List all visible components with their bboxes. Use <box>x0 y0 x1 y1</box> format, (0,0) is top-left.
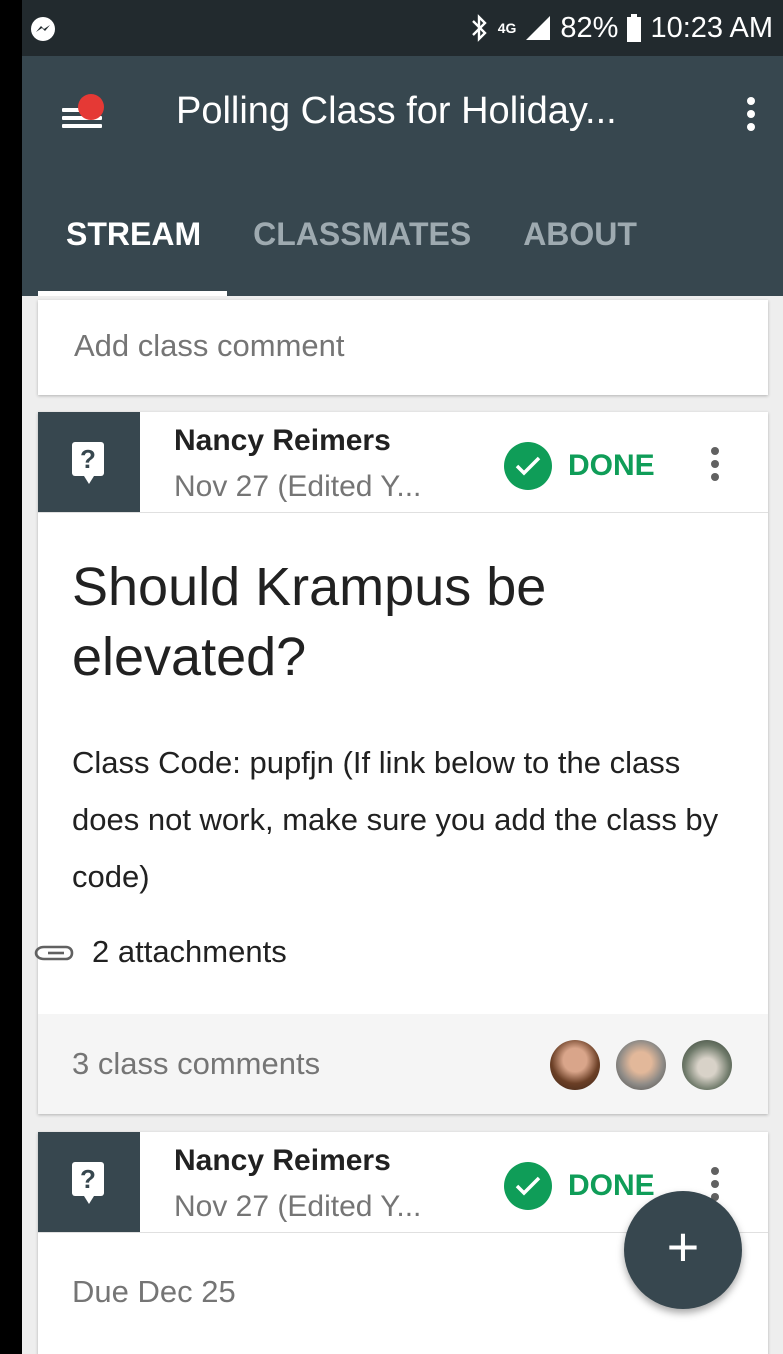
question-type-badge: ? <box>38 1132 140 1232</box>
clock: 10:23 AM <box>650 11 773 44</box>
due-date: Due Dec 25 <box>72 1274 236 1309</box>
attachments-count: 2 attachments <box>92 934 287 969</box>
done-label: DONE <box>568 1169 655 1202</box>
menu-button[interactable] <box>52 86 112 146</box>
check-circle-icon <box>504 1162 552 1210</box>
battery-icon <box>627 14 642 42</box>
post-title: Should Krampus be elevated? <box>72 557 547 687</box>
signal-icon <box>526 16 551 40</box>
tab-bar: STREAM CLASSMATES ABOUT <box>22 206 663 296</box>
done-label: DONE <box>568 449 655 482</box>
messenger-icon <box>31 17 55 41</box>
check-circle-icon <box>504 442 552 490</box>
app-bar: Polling Class for Holiday... STREAM CLAS… <box>22 56 783 296</box>
post-header: ? Nancy Reimers Nov 27 (Edited Y... DONE <box>38 412 768 513</box>
menu-icon-bar <box>62 124 102 128</box>
network-type: 4G <box>497 20 517 36</box>
paperclip-icon <box>34 945 74 961</box>
more-vert-icon[interactable] <box>731 90 771 138</box>
bluetooth-icon <box>471 14 487 42</box>
avatar <box>616 1040 666 1090</box>
question-type-badge: ? <box>38 412 140 512</box>
avatar <box>682 1040 732 1090</box>
attachments-link[interactable]: 2 attachments <box>34 934 287 970</box>
post-date: Nov 27 (Edited Y... <box>174 1190 422 1223</box>
tab-about[interactable]: ABOUT <box>497 206 663 296</box>
post-more-vert-icon[interactable] <box>702 442 728 486</box>
screen: 4G 82% 10:23 AM Polling Class for Holida… <box>22 0 783 1354</box>
add-comment-card[interactable]: Add class comment <box>38 300 768 395</box>
avatar <box>550 1040 600 1090</box>
question-icon: ? <box>72 1162 104 1204</box>
question-icon: ? <box>72 442 104 484</box>
plus-icon: + <box>666 1215 700 1278</box>
add-button[interactable]: + <box>624 1191 742 1309</box>
add-comment-input[interactable]: Add class comment <box>74 328 345 364</box>
post-author: Nancy Reimers <box>174 1144 391 1177</box>
post-card[interactable]: ? Nancy Reimers Nov 27 (Edited Y... DONE… <box>34 412 768 1114</box>
done-status: DONE <box>504 1162 655 1210</box>
done-status: DONE <box>504 442 655 490</box>
class-comments-count: 3 class comments <box>72 1046 321 1081</box>
post-author: Nancy Reimers <box>174 424 391 457</box>
page-title: Polling Class for Holiday... <box>176 90 617 132</box>
class-comments-row[interactable]: 3 class comments <box>38 1014 768 1114</box>
notification-dot <box>78 94 104 120</box>
status-indicators: 4G 82% 10:23 AM <box>470 8 773 48</box>
battery-percent: 82% <box>560 11 619 44</box>
status-bar: 4G 82% 10:23 AM <box>22 0 783 56</box>
tab-stream[interactable]: STREAM <box>22 206 228 296</box>
post-description: Class Code: pupfjn (If link below to the… <box>72 745 719 894</box>
tab-classmates[interactable]: CLASSMATES <box>227 206 497 296</box>
post-date: Nov 27 (Edited Y... <box>174 470 422 503</box>
